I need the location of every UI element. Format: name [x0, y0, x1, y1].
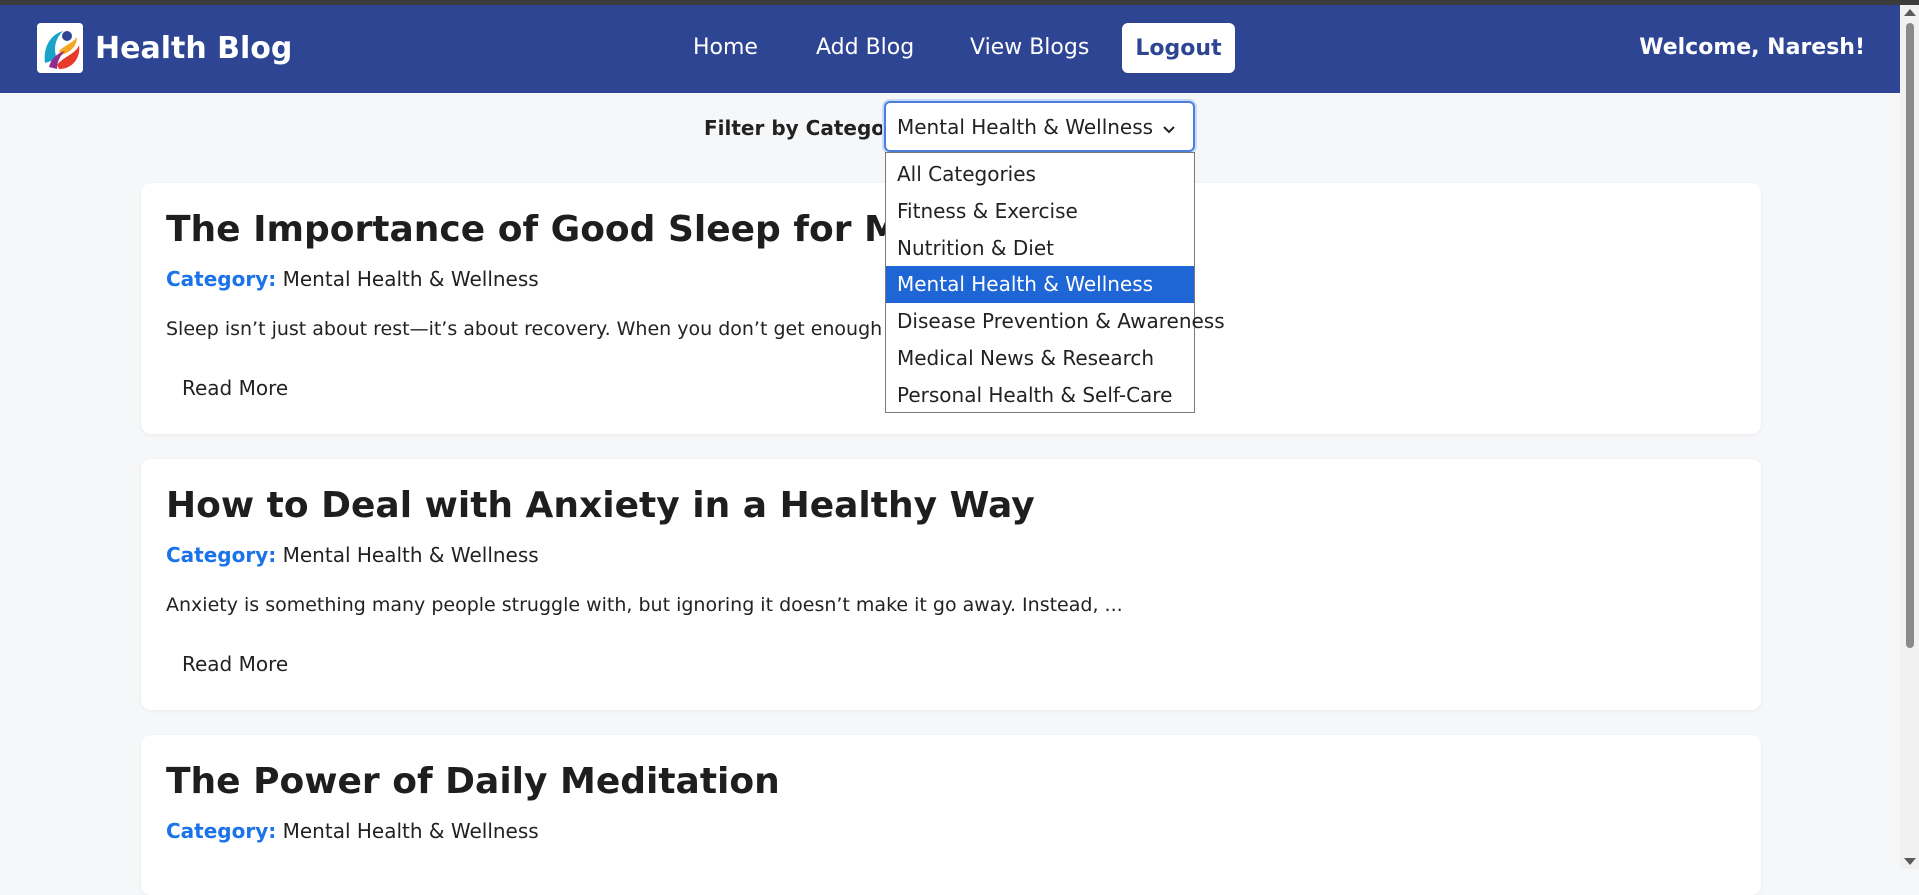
blog-title[interactable]: How to Deal with Anxiety in a Healthy Wa…	[166, 485, 1035, 526]
category-select-value: Mental Health & Wellness	[897, 114, 1154, 139]
welcome-message: Welcome, Naresh!	[1639, 35, 1865, 60]
blog-card: The Power of Daily Meditation Category: …	[141, 735, 1761, 895]
scrollbar-thumb[interactable]	[1906, 23, 1914, 648]
option-mental-health-wellness[interactable]: Mental Health & Wellness	[886, 266, 1194, 303]
blog-category: Category: Mental Health & Wellness	[166, 543, 539, 567]
page-scrollbar[interactable]	[1900, 5, 1919, 869]
scroll-up-icon[interactable]	[1904, 9, 1916, 16]
category-label: Category:	[166, 819, 277, 843]
blog-excerpt: Anxiety is something many people struggl…	[166, 594, 1123, 616]
brand-name: Health Blog	[95, 30, 293, 66]
option-personal-health[interactable]: Personal Health & Self-Care	[886, 377, 1194, 414]
scroll-down-icon[interactable]	[1904, 858, 1916, 865]
category-value: Mental Health & Wellness	[282, 819, 539, 843]
category-label: Category:	[166, 267, 277, 291]
category-select[interactable]: Mental Health & Wellness	[884, 101, 1195, 152]
category-value: Mental Health & Wellness	[282, 267, 539, 291]
category-dropdown-list: All Categories Fitness & Exercise Nutrit…	[885, 152, 1225, 414]
chevron-down-icon	[1161, 118, 1177, 142]
blog-excerpt: Sleep isn’t just about rest—it’s about r…	[166, 318, 970, 340]
brand[interactable]: Health Blog	[37, 23, 292, 73]
blog-title[interactable]: The Power of Daily Meditation	[166, 761, 780, 802]
category-label: Category:	[166, 543, 277, 567]
option-fitness-exercise[interactable]: Fitness & Exercise	[886, 193, 1194, 230]
blog-category: Category: Mental Health & Wellness	[166, 267, 539, 291]
option-medical-news[interactable]: Medical News & Research	[886, 340, 1194, 377]
logout-button[interactable]: Logout	[1122, 23, 1235, 73]
blog-category: Category: Mental Health & Wellness	[166, 819, 539, 843]
blog-card: How to Deal with Anxiety in a Healthy Wa…	[141, 459, 1761, 710]
health-logo-icon	[37, 23, 83, 73]
option-disease-prevention[interactable]: Disease Prevention & Awareness	[886, 303, 1225, 340]
category-value: Mental Health & Wellness	[282, 543, 539, 567]
read-more-button[interactable]: Read More	[182, 652, 288, 676]
nav-view-blogs-link[interactable]: View Blogs	[970, 35, 1089, 60]
nav-add-blog-link[interactable]: Add Blog	[816, 35, 914, 60]
option-all-categories[interactable]: All Categories	[886, 156, 1194, 193]
read-more-button[interactable]: Read More	[182, 376, 288, 400]
navbar: Health Blog Home Add Blog View Blogs Log…	[0, 5, 1900, 93]
nav-home-link[interactable]: Home	[693, 35, 758, 60]
option-nutrition-diet[interactable]: Nutrition & Diet	[886, 230, 1194, 267]
